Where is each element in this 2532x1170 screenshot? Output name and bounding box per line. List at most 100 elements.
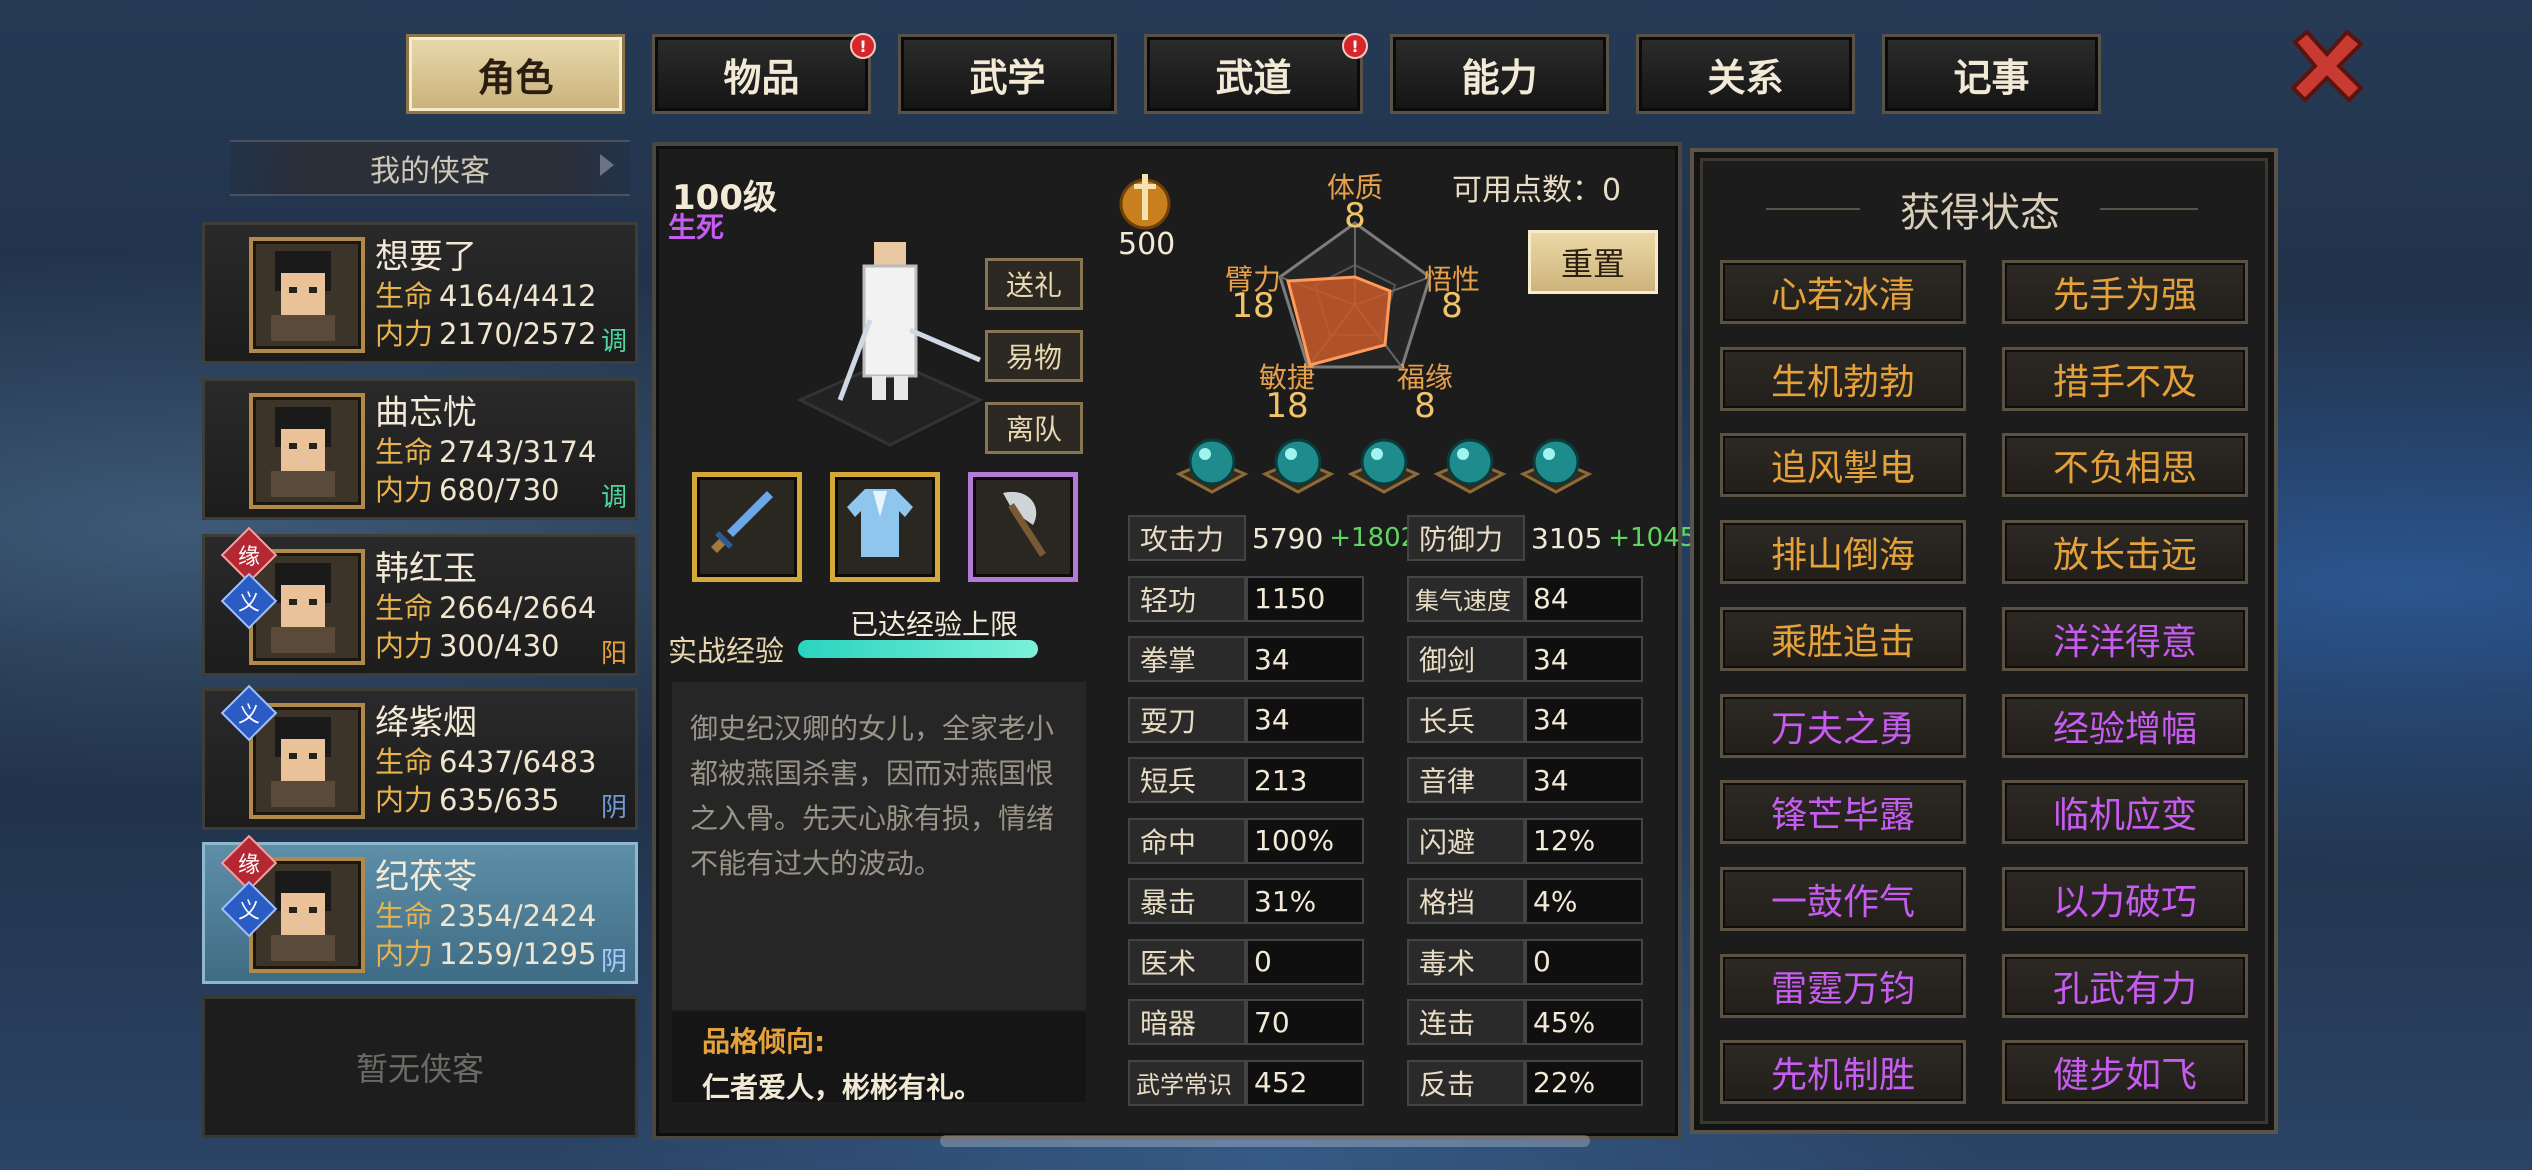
stat-number: 3105 (1531, 521, 1603, 555)
stat-label: 防御力 (1407, 515, 1525, 561)
status-effect[interactable]: 乘胜追击 (1720, 606, 1966, 671)
tab-label: 武学 (969, 55, 1046, 100)
stat-label: 闪避 (1407, 817, 1525, 864)
accessory-slot[interactable] (968, 472, 1078, 582)
status-effect[interactable]: 临机应变 (2002, 780, 2248, 845)
hero-portrait (249, 393, 365, 509)
status-effect[interactable]: 先机制胜 (1720, 1040, 1966, 1105)
stat-row: 御剑 34 (1407, 636, 1643, 686)
tab-6[interactable]: 记事 (1882, 34, 2101, 114)
status-effect[interactable]: 放长击远 (2002, 520, 2248, 585)
hero-card[interactable]: 纪茯苓 生命 2354/2424 内力 1259/1295 阴 缘义 (202, 834, 638, 984)
status-effect[interactable]: 排山倒海 (1720, 520, 1966, 585)
sword-icon (711, 491, 773, 553)
stat-label: 反击 (1407, 1059, 1525, 1106)
hero-card[interactable]: 想要了 生命 4164/4412 内力 2170/2572 调 (202, 222, 638, 364)
status-effect[interactable]: 心若冰清 (1720, 260, 1966, 324)
hero-portrait (249, 237, 365, 353)
status-effect[interactable]: 孔武有力 (2002, 953, 2248, 1018)
hero-inner: 内力 1259/1295 (375, 931, 596, 973)
stat-number: 213 (1254, 763, 1308, 797)
inner-label: 内力 (375, 629, 434, 663)
tab-2[interactable]: 武学 (898, 34, 1117, 114)
status-effect[interactable]: 以力破巧 (2002, 866, 2248, 931)
status-effect[interactable]: 经验增幅 (2002, 693, 2248, 758)
stat-value: 0 (1525, 938, 1643, 985)
tab-3[interactable]: 武道! (1144, 33, 1368, 114)
stat-row: 短兵 213 (1128, 757, 1364, 807)
tab-1[interactable]: 物品! (652, 33, 876, 114)
tab-5[interactable]: 关系 (1636, 34, 1855, 114)
chevron-right-icon[interactable] (594, 150, 624, 180)
reset-button[interactable]: 重置 (1528, 230, 1658, 294)
stat-label: 拳掌 (1128, 636, 1246, 682)
my-heroes-header: 我的侠客 (230, 140, 630, 196)
stat-number: 34 (1533, 703, 1569, 736)
leave-party-button[interactable]: 离队 (985, 402, 1083, 454)
meridian-orb-icon[interactable] (1433, 432, 1507, 496)
weapon-slot[interactable] (692, 472, 802, 582)
hero-card[interactable]: 韩红玉 生命 2664/2664 内力 300/430 阳 缘义 (202, 526, 638, 676)
life-value: 2354/2424 (439, 899, 597, 933)
stat-value: 31% (1246, 878, 1364, 924)
meridian-orb-icon[interactable] (1347, 432, 1421, 496)
attribute-value: 18 (1265, 386, 1309, 426)
life-value: 2664/2664 (439, 591, 597, 625)
hero-card[interactable]: 曲忘忧 生命 2743/3174 内力 680/730 调 (202, 378, 638, 520)
status-effect[interactable]: 一鼓作气 (1720, 866, 1966, 931)
status-effect[interactable]: 措手不及 (2002, 346, 2248, 411)
stat-number: 22% (1533, 1066, 1596, 1099)
stat-row: 医术 0 (1128, 938, 1364, 989)
exp-label: 实战经验 (668, 634, 785, 668)
life-label: 生命 (375, 745, 434, 779)
hero-card[interactable]: 绛紫烟 生命 6437/6483 内力 635/635 阴 义 (202, 684, 638, 830)
stat-number: 34 (1533, 763, 1569, 797)
meridian-orb-icon[interactable] (1175, 432, 1249, 496)
trait-text: 仁者爱人，彬彬有礼。 (702, 1071, 983, 1104)
stat-number: 5790 (1252, 521, 1324, 555)
inner-value: 2170/2572 (439, 317, 597, 351)
stat-value: 452 (1246, 1059, 1364, 1106)
hero-inner: 内力 680/730 (375, 467, 560, 509)
tab-0[interactable]: 角色 (406, 34, 625, 114)
stat-value: 213 (1246, 757, 1364, 803)
stat-row: 音律 34 (1407, 757, 1643, 807)
stat-row: 格挡 4% (1407, 878, 1643, 928)
status-effect[interactable]: 生机勃勃 (1720, 346, 1966, 411)
stat-number: 4% (1533, 884, 1578, 918)
my-heroes-title: 我的侠客 (370, 154, 490, 189)
meridian-orb-icon[interactable] (1519, 432, 1593, 496)
close-icon[interactable] (2285, 24, 2369, 108)
stat-value: 84 (1525, 575, 1643, 622)
exp-bar (798, 640, 1038, 658)
status-effect[interactable]: 万夫之勇 (1720, 693, 1966, 758)
status-effect[interactable]: 追风掣电 (1720, 433, 1966, 498)
status-effect[interactable]: 健步如飞 (2002, 1040, 2248, 1105)
status-effect[interactable]: 雷霆万钧 (1720, 953, 1966, 1018)
tab-4[interactable]: 能力 (1390, 34, 1609, 114)
stat-label: 毒术 (1407, 938, 1525, 985)
status-effect[interactable]: 不负相思 (2002, 433, 2248, 498)
gift-button[interactable]: 送礼 (985, 258, 1083, 310)
status-effect[interactable]: 先手为强 (2002, 260, 2248, 324)
trait-box: 品格倾向: 仁者爱人，彬彬有礼。 (672, 1012, 1086, 1104)
stat-value: 5790 +1802 (1246, 515, 1417, 561)
exp-status: 已达经验上限 (850, 608, 1019, 641)
stat-number: 100% (1254, 824, 1335, 857)
stat-bonus: +1045 (1608, 523, 1697, 553)
stat-label: 长兵 (1407, 696, 1525, 743)
life-value: 4164/4412 (439, 279, 597, 313)
stat-value: 0 (1246, 938, 1364, 985)
stat-label: 连击 (1407, 999, 1525, 1045)
home-indicator (940, 1135, 1590, 1147)
inner-value: 300/430 (439, 629, 560, 663)
status-effect[interactable]: 锋芒毕露 (1720, 780, 1966, 845)
stat-label: 暴击 (1128, 878, 1246, 924)
stat-label: 格挡 (1407, 878, 1525, 924)
hero-life: 生命 2664/2664 (375, 585, 596, 627)
status-effect[interactable]: 洋洋得意 (2002, 606, 2248, 671)
armor-slot[interactable] (830, 472, 940, 582)
stat-value: 1150 (1246, 575, 1364, 622)
trade-button[interactable]: 易物 (985, 330, 1083, 382)
meridian-orb-icon[interactable] (1261, 432, 1335, 496)
